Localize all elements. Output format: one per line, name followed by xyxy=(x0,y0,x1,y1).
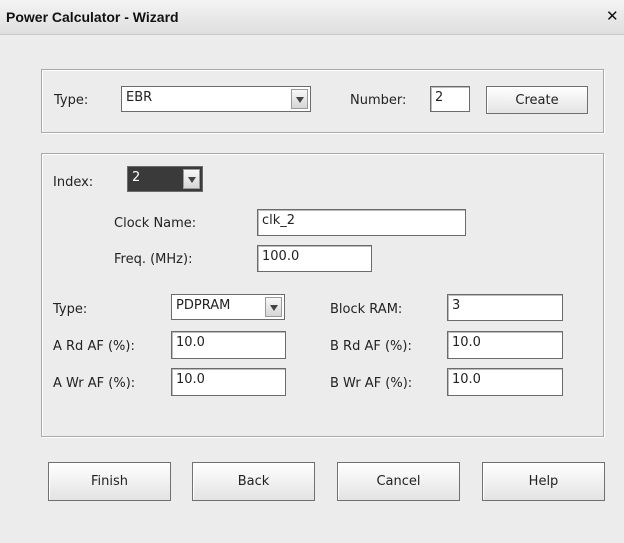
ram-type-label: Type: xyxy=(53,302,88,317)
b-wr-af-input[interactable]: 10.0 xyxy=(447,368,563,396)
freq-input[interactable]: 100.0 xyxy=(257,245,372,272)
a-rd-af-input[interactable]: 10.0 xyxy=(171,331,286,359)
back-button[interactable]: Back xyxy=(192,462,315,501)
a-wr-af-input[interactable]: 10.0 xyxy=(171,368,286,396)
chevron-down-icon[interactable] xyxy=(265,297,282,317)
ram-type-select[interactable]: PDPRAM xyxy=(171,294,285,320)
create-button-label: Create xyxy=(515,93,559,108)
back-button-label: Back xyxy=(237,474,270,489)
number-label: Number: xyxy=(350,93,407,108)
b-rd-af-input[interactable]: 10.0 xyxy=(447,331,563,359)
ram-type-select-value: PDPRAM xyxy=(176,298,231,313)
number-input[interactable]: 2 xyxy=(430,86,470,112)
index-select[interactable]: 2 xyxy=(127,166,203,192)
window-title: Power Calculator - Wizard xyxy=(6,9,179,25)
create-button[interactable]: Create xyxy=(486,86,588,114)
b-wr-af-label: B Wr AF (%): xyxy=(330,376,413,391)
cancel-button-label: Cancel xyxy=(376,474,421,489)
cancel-button[interactable]: Cancel xyxy=(337,462,460,501)
block-ram-label: Block RAM: xyxy=(330,302,403,317)
clock-name-input[interactable]: clk_2 xyxy=(257,209,466,236)
freq-label: Freq. (MHz): xyxy=(114,252,193,267)
type-select[interactable]: EBR xyxy=(121,86,311,112)
title-bar: Power Calculator - Wizard ✕ xyxy=(0,0,624,35)
chevron-down-icon[interactable] xyxy=(183,169,200,189)
type-select-value: EBR xyxy=(126,90,153,105)
a-rd-af-label: A Rd AF (%): xyxy=(53,339,135,354)
index-label: Index: xyxy=(53,175,94,190)
type-label: Type: xyxy=(54,93,89,108)
clock-name-label: Clock Name: xyxy=(114,216,197,231)
b-rd-af-label: B Rd AF (%): xyxy=(330,339,412,354)
help-button[interactable]: Help xyxy=(482,462,605,501)
close-icon[interactable]: ✕ xyxy=(606,7,624,27)
chevron-down-icon[interactable] xyxy=(291,89,308,109)
a-wr-af-label: A Wr AF (%): xyxy=(53,376,136,391)
finish-button-label: Finish xyxy=(90,474,128,489)
help-button-label: Help xyxy=(528,474,559,489)
block-ram-input[interactable]: 3 xyxy=(447,294,563,321)
index-select-value: 2 xyxy=(132,170,141,185)
finish-button[interactable]: Finish xyxy=(48,462,171,501)
